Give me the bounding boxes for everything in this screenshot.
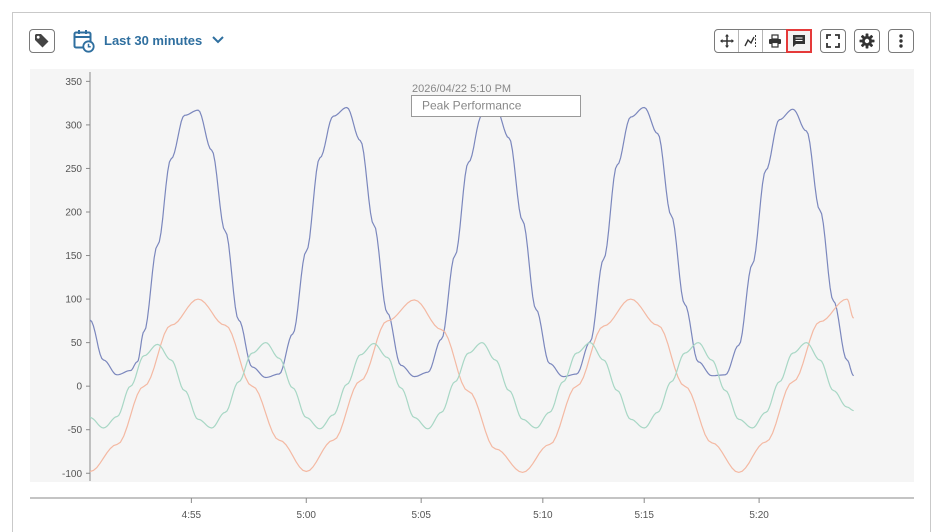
settings-button[interactable] — [854, 29, 880, 53]
print-button[interactable] — [763, 30, 787, 52]
select-zoom-button[interactable] — [739, 30, 763, 52]
print-icon — [768, 34, 781, 48]
calendar-clock-icon[interactable] — [73, 29, 95, 53]
gear-icon — [859, 33, 875, 49]
annotation-icon — [793, 35, 805, 47]
annotation-button[interactable] — [786, 29, 812, 53]
pan-button[interactable] — [715, 30, 739, 52]
pan-icon — [719, 34, 734, 48]
more-vertical-icon — [899, 34, 903, 48]
select-zoom-icon — [743, 35, 756, 47]
chart-tools-group — [714, 29, 812, 53]
chart-panel — [12, 12, 931, 532]
tag-button[interactable] — [29, 29, 55, 53]
chevron-down-icon[interactable] — [210, 33, 226, 47]
fullscreen-button[interactable] — [820, 29, 846, 53]
more-options-button[interactable] — [888, 29, 914, 53]
time-range-selector[interactable]: Last 30 minutes — [104, 33, 202, 48]
tag-icon — [35, 34, 49, 48]
fullscreen-icon — [826, 34, 840, 48]
